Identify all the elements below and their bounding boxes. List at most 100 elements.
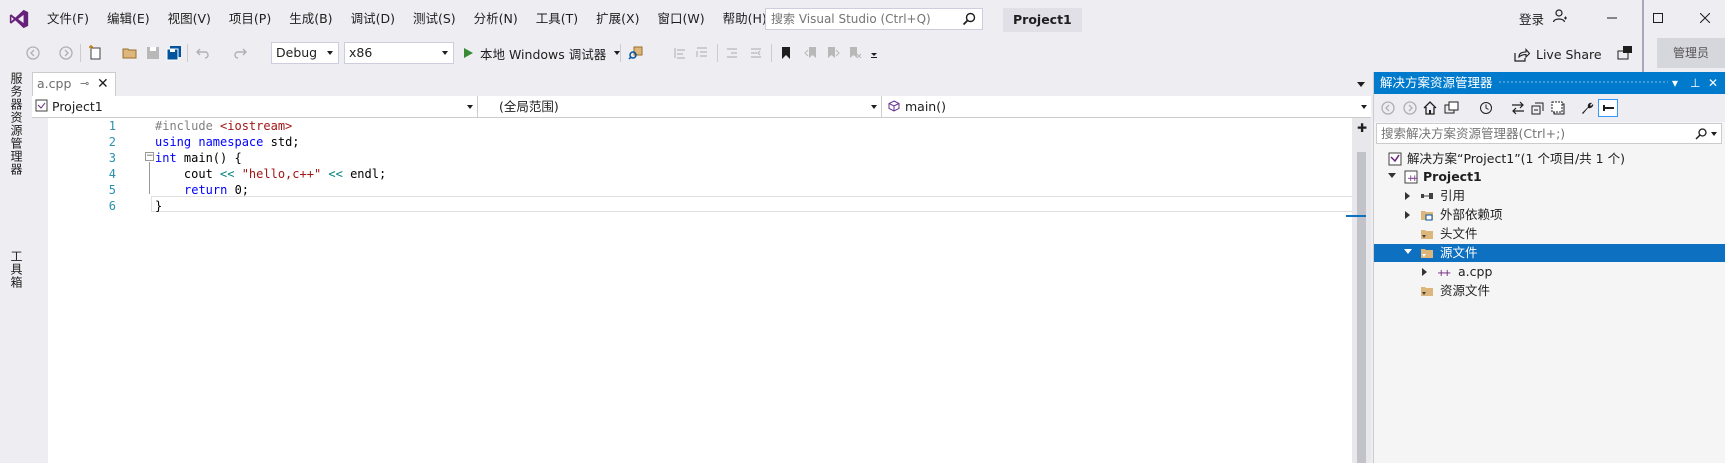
member-select[interactable]: main() [883, 96, 1371, 117]
close-icon [1700, 13, 1710, 23]
menu-extensions[interactable]: 扩展(X) [587, 10, 648, 28]
standard-toolbar: Debug x86 本地 Windows 调试器 Live Share [0, 38, 1725, 68]
uncomment-lines-button[interactable] [694, 45, 710, 61]
navigate-back-button[interactable] [25, 45, 41, 61]
save-all-button[interactable] [166, 45, 182, 61]
open-file-button[interactable] [122, 45, 138, 61]
code-editor[interactable]: 1 2 3 4 5 6 − #include <iostream> using … [32, 118, 1371, 463]
clear-bookmarks-button[interactable] [847, 45, 863, 61]
toolbar-separator [620, 44, 621, 62]
maximize-button[interactable] [1648, 8, 1668, 28]
se-properties-button[interactable] [1579, 100, 1595, 116]
collapse-outline-icon[interactable]: − [145, 152, 154, 161]
se-preview-selected-button[interactable] [1598, 99, 1618, 117]
se-home-button[interactable] [1422, 100, 1438, 116]
start-debugging-button[interactable]: 本地 Windows 调试器 [462, 42, 621, 64]
toolbar-overflow-button[interactable] [866, 45, 882, 61]
window-options-chevron-icon[interactable]: ▾ [1672, 72, 1678, 94]
menu-tools[interactable]: 工具(T) [527, 10, 587, 28]
solution-explorer-titlebar[interactable]: 解决方案资源管理器 ▾ ⊥ ✕ [1374, 72, 1725, 94]
solution-config-select[interactable]: Debug [271, 42, 339, 64]
live-share-button[interactable]: Live Share [1514, 47, 1602, 62]
drag-grip[interactable] [1498, 80, 1668, 85]
menu-build[interactable]: 生成(B) [280, 10, 341, 28]
feedback-button[interactable] [1617, 45, 1633, 61]
project-scope-select[interactable]: Project1 [32, 96, 478, 117]
tree-item-resource-files[interactable]: 资源文件 [1374, 282, 1725, 300]
tree-item-project[interactable]: + + Project1 [1374, 168, 1725, 186]
menu-project[interactable]: 项目(P) [220, 10, 280, 28]
menu-analyze[interactable]: 分析(N) [465, 10, 527, 28]
se-sync-button[interactable] [1510, 100, 1526, 116]
signin-link[interactable]: 登录 [1519, 9, 1544, 28]
tab-list-dropdown-icon[interactable] [1357, 82, 1365, 87]
vs-search-input[interactable] [766, 9, 956, 29]
se-collapse-all-button[interactable] [1530, 100, 1546, 116]
type-scope-select[interactable]: (全局范围) [479, 96, 882, 117]
se-switch-views-button[interactable] [1444, 100, 1460, 116]
close-window-button[interactable] [1695, 8, 1715, 28]
tree-item-solution[interactable]: 解决方案“Project1”(1 个项目/共 1 个) [1374, 150, 1725, 168]
menu-edit[interactable]: 编辑(E) [98, 10, 159, 28]
pin-icon[interactable]: ⊥ [1690, 72, 1700, 94]
tab-server-explorer[interactable]: 服务器资源管理器 [8, 72, 25, 176]
chevron-down-icon [467, 105, 473, 109]
solution-explorer-search-input[interactable] [1377, 124, 1677, 143]
previous-bookmark-button[interactable] [803, 45, 819, 61]
toolbar-separator [771, 44, 772, 62]
expanded-chevron-icon[interactable] [1388, 173, 1396, 178]
se-back-button[interactable] [1380, 100, 1396, 116]
collapsed-chevron-icon[interactable] [1405, 211, 1410, 219]
tree-item-references[interactable]: 引用 [1374, 187, 1725, 205]
code-line-1: #include <iostream> [155, 119, 292, 133]
show-all-files-icon [1551, 101, 1565, 115]
chevron-down-icon[interactable] [1711, 132, 1717, 136]
scrollbar-thumb[interactable] [1357, 152, 1366, 463]
person-icon[interactable] [1552, 8, 1568, 24]
menu-view[interactable]: 视图(V) [159, 10, 220, 28]
close-tab-icon[interactable]: ✕ [97, 73, 109, 95]
expanded-chevron-icon[interactable] [1404, 249, 1412, 254]
menu-test[interactable]: 测试(S) [404, 10, 465, 28]
se-show-all-files-button[interactable] [1550, 100, 1566, 116]
tree-label: 外部依赖项 [1440, 207, 1503, 222]
tree-item-a-cpp[interactable]: + + a.cpp [1374, 263, 1725, 281]
solution-platform-select[interactable]: x86 [344, 42, 454, 64]
next-bookmark-button[interactable] [825, 45, 841, 61]
se-forward-button[interactable] [1402, 100, 1418, 116]
solution-explorer-search[interactable] [1376, 123, 1722, 144]
toggle-bookmark-button[interactable] [778, 45, 794, 61]
indicator-margin[interactable] [32, 118, 48, 463]
collapsed-chevron-icon[interactable] [1422, 268, 1427, 276]
pin-icon[interactable]: ⊸ [80, 73, 89, 95]
tab-toolbox[interactable]: 工具箱 [8, 250, 25, 289]
menu-file[interactable]: 文件(F) [38, 10, 98, 28]
tree-item-source-files[interactable]: 源文件 [1374, 244, 1725, 262]
increase-indent-button[interactable] [748, 45, 764, 61]
svg-text:+: + [1443, 268, 1451, 279]
save-button[interactable] [145, 45, 161, 61]
split-window-icon[interactable]: ✚ [1357, 121, 1367, 135]
comment-lines-button[interactable] [672, 45, 688, 61]
new-project-button[interactable] [88, 45, 104, 61]
find-in-files-button[interactable] [628, 45, 644, 61]
minimize-button[interactable] [1602, 8, 1622, 28]
menu-window[interactable]: 窗口(W) [648, 10, 713, 28]
se-pending-changes-filter-button[interactable] [1478, 100, 1494, 116]
line-number: 6 [108, 199, 116, 213]
undo-button[interactable] [195, 45, 211, 61]
tree-item-header-files[interactable]: 头文件 [1374, 225, 1725, 243]
redo-button[interactable] [232, 45, 248, 61]
collapsed-chevron-icon[interactable] [1405, 192, 1410, 200]
menu-debug[interactable]: 调试(D) [342, 10, 404, 28]
vertical-scrollbar[interactable] [1352, 118, 1371, 463]
tree-item-external-deps[interactable]: 外部依赖项 [1374, 206, 1725, 224]
tab-a-cpp[interactable]: a.cpp ⊸ ✕ [32, 72, 116, 96]
close-panel-icon[interactable]: ✕ [1708, 72, 1718, 94]
admin-badge: 管理员 [1657, 38, 1725, 68]
token-text: std; [263, 135, 300, 149]
decrease-indent-button[interactable] [724, 45, 740, 61]
vs-search-box[interactable] [765, 8, 983, 30]
chevron-down-icon [871, 105, 877, 109]
navigate-forward-button[interactable] [58, 45, 74, 61]
